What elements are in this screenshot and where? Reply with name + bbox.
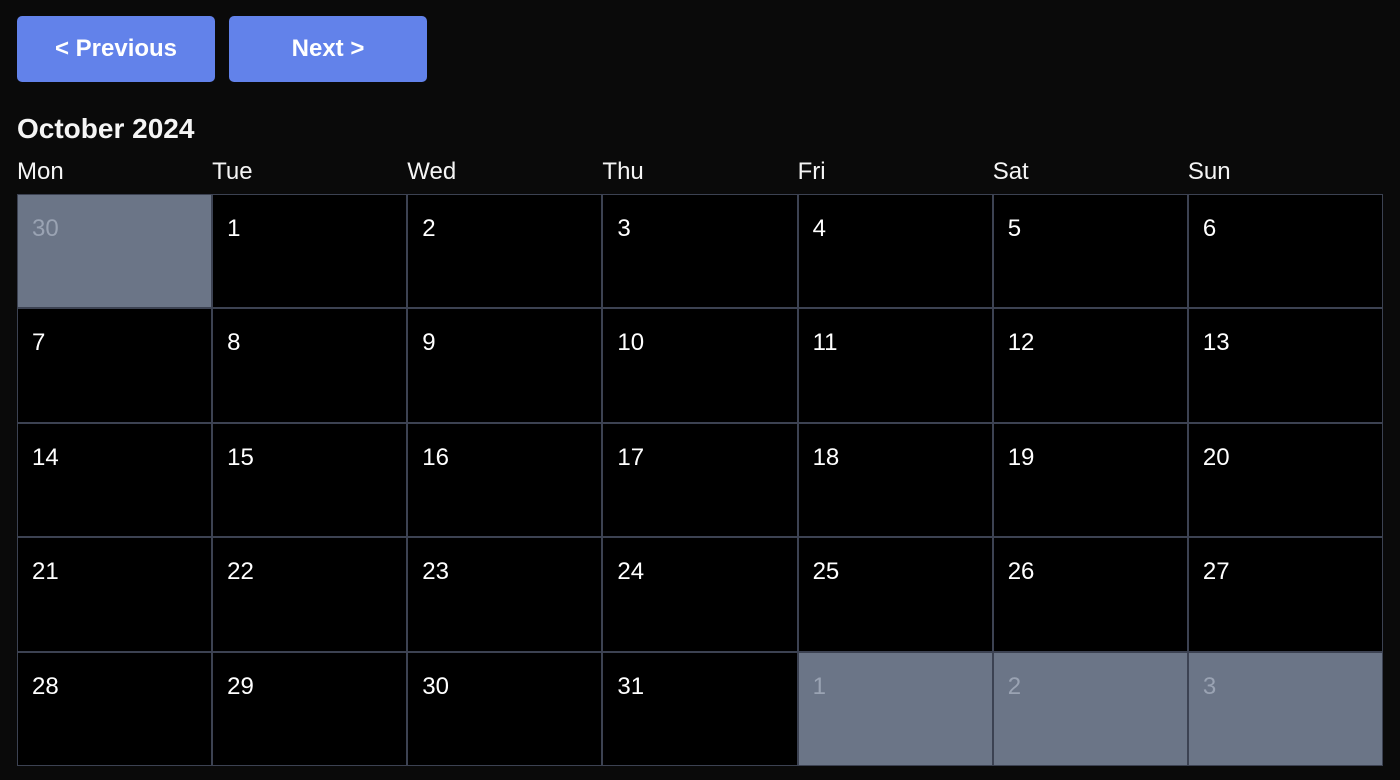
day-number: 5 <box>1007 215 1022 242</box>
calendar-day[interactable]: 16 <box>408 423 602 537</box>
day-number: 1 <box>812 672 826 700</box>
calendar-day[interactable]: 9 <box>408 309 602 422</box>
calendar-day[interactable]: 3 <box>603 195 797 308</box>
calendar-day[interactable]: 19 <box>993 423 1187 537</box>
calendar-day[interactable]: 4 <box>798 195 992 308</box>
calendar-day[interactable]: 18 <box>798 423 992 537</box>
day-number: 3 <box>1202 672 1217 700</box>
day-number: 4 <box>812 215 826 242</box>
weekday-label: Sun <box>1187 158 1231 185</box>
calendar-day[interactable]: 15 <box>213 423 407 537</box>
day-number: 20 <box>1202 443 1230 471</box>
day-number: 10 <box>617 329 645 357</box>
calendar-day[interactable]: 8 <box>213 309 407 422</box>
calendar-day[interactable]: 17 <box>603 423 797 537</box>
day-number: 18 <box>812 443 840 471</box>
calendar-day[interactable]: 25 <box>798 538 992 651</box>
day-number: 22 <box>227 558 254 586</box>
calendar-day[interactable]: 24 <box>603 538 797 651</box>
day-number: 30 <box>32 215 59 242</box>
next-month-button[interactable]: Next > <box>229 16 427 82</box>
calendar-day[interactable]: 10 <box>603 309 797 422</box>
day-number: 16 <box>422 443 449 471</box>
calendar-day[interactable]: 5 <box>993 195 1187 308</box>
day-number: 24 <box>617 558 645 586</box>
weekday-label: Thu <box>602 158 644 185</box>
weekday-label: Tue <box>212 158 253 185</box>
day-number: 17 <box>617 443 645 471</box>
calendar-day[interactable]: 30 <box>408 652 602 765</box>
day-number: 14 <box>32 443 59 471</box>
calendar-day[interactable]: 2 <box>408 195 602 308</box>
day-number: 28 <box>32 672 59 700</box>
day-number: 2 <box>1007 672 1022 700</box>
calendar-day[interactable]: 31 <box>603 652 797 765</box>
day-number: 21 <box>32 558 59 586</box>
calendar-day[interactable]: 13 <box>1188 309 1382 422</box>
day-number: 13 <box>1202 329 1230 357</box>
day-number: 29 <box>227 672 254 700</box>
weekday-header: Mon Tue Wed Thu Fri Sat Sun <box>17 158 1383 186</box>
calendar-day-other-month[interactable]: 3 <box>1188 652 1382 765</box>
calendar-day[interactable]: 14 <box>18 423 212 537</box>
day-number: 2 <box>422 215 436 242</box>
calendar-day[interactable]: 26 <box>993 538 1187 651</box>
day-number: 19 <box>1007 443 1035 471</box>
calendar-day[interactable]: 22 <box>213 538 407 651</box>
calendar-day[interactable]: 12 <box>993 309 1187 422</box>
day-number: 8 <box>227 329 241 357</box>
day-number: 6 <box>1202 215 1217 242</box>
weekday-label: Fri <box>797 158 826 185</box>
previous-month-button[interactable]: < Previous <box>17 16 215 82</box>
day-number: 7 <box>32 329 46 357</box>
day-number: 1 <box>227 215 241 242</box>
day-number: 25 <box>812 558 840 586</box>
weekday-label: Wed <box>407 158 457 185</box>
day-number: 26 <box>1007 558 1035 586</box>
day-number: 31 <box>617 672 645 700</box>
calendar-day-other-month[interactable]: 30 <box>18 195 212 308</box>
calendar-day[interactable]: 23 <box>408 538 602 651</box>
calendar-day[interactable]: 29 <box>213 652 407 765</box>
calendar-day[interactable]: 27 <box>1188 538 1382 651</box>
day-number: 9 <box>422 329 436 357</box>
day-number: 27 <box>1202 558 1230 586</box>
calendar-day[interactable]: 1 <box>213 195 407 308</box>
weekday-label: Mon <box>17 158 64 185</box>
calendar-day[interactable]: 21 <box>18 538 212 651</box>
day-number: 30 <box>422 672 449 700</box>
calendar-day[interactable]: 7 <box>18 309 212 422</box>
calendar-day-other-month[interactable]: 2 <box>993 652 1187 765</box>
calendar-day[interactable]: 28 <box>18 652 212 765</box>
day-number: 23 <box>422 558 449 586</box>
month-navigation: < Previous Next > <box>17 16 427 82</box>
calendar-day-other-month[interactable]: 1 <box>798 652 992 765</box>
calendar-day[interactable]: 6 <box>1188 195 1382 308</box>
weekday-label: Sat <box>992 158 1029 185</box>
calendar-grid: 30 1 2 3 4 5 6 7 8 9 10 11 12 13 14 15 16 17 18 19 20 21 22 23 2… <box>17 194 1383 766</box>
day-number: 3 <box>617 215 631 242</box>
calendar-day[interactable]: 11 <box>798 309 992 422</box>
day-number: 11 <box>812 329 838 357</box>
day-number: 12 <box>1007 329 1035 357</box>
calendar-day[interactable]: 20 <box>1188 423 1382 537</box>
month-title: October 2024 <box>17 113 195 144</box>
day-number: 15 <box>227 443 254 471</box>
